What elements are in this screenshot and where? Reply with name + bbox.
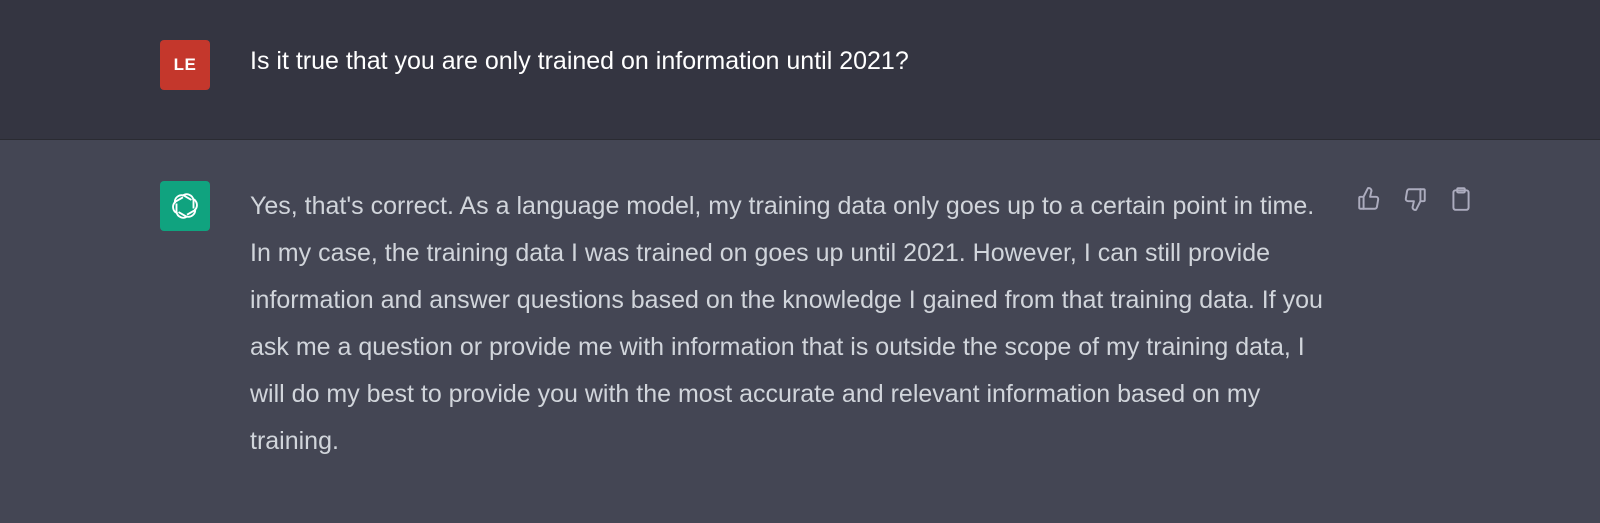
user-message-row: LE Is it true that you are only trained … [0, 0, 1600, 140]
assistant-avatar [160, 181, 210, 231]
thumbs-down-icon [1404, 188, 1426, 211]
openai-logo-icon [172, 193, 198, 219]
thumbs-down-button[interactable] [1401, 184, 1429, 214]
user-message-text: Is it true that you are only trained on … [250, 47, 909, 75]
user-avatar: LE [160, 40, 210, 90]
assistant-message-row: Yes, that's correct. As a language model… [0, 140, 1600, 523]
copy-button[interactable] [1447, 184, 1475, 214]
clipboard-icon [1452, 187, 1470, 211]
message-actions [1355, 184, 1475, 214]
assistant-message-text: Yes, that's correct. As a language model… [250, 192, 1323, 455]
user-avatar-initials: LE [173, 55, 197, 74]
thumbs-up-button[interactable] [1355, 184, 1383, 214]
thumbs-up-icon [1358, 187, 1380, 210]
